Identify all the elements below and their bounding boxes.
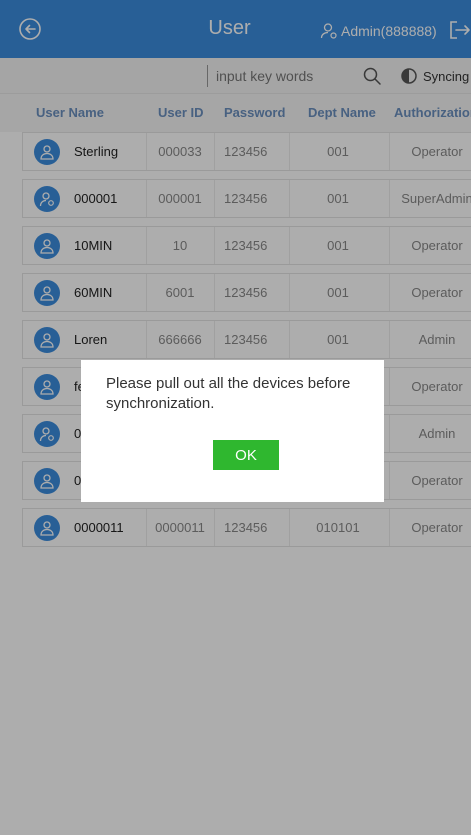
dialog-message: Please pull out all the devices before s… [106,375,351,412]
sync-warning-dialog: Please pull out all the devices before s… [81,360,384,502]
ok-button[interactable]: OK [213,440,279,470]
